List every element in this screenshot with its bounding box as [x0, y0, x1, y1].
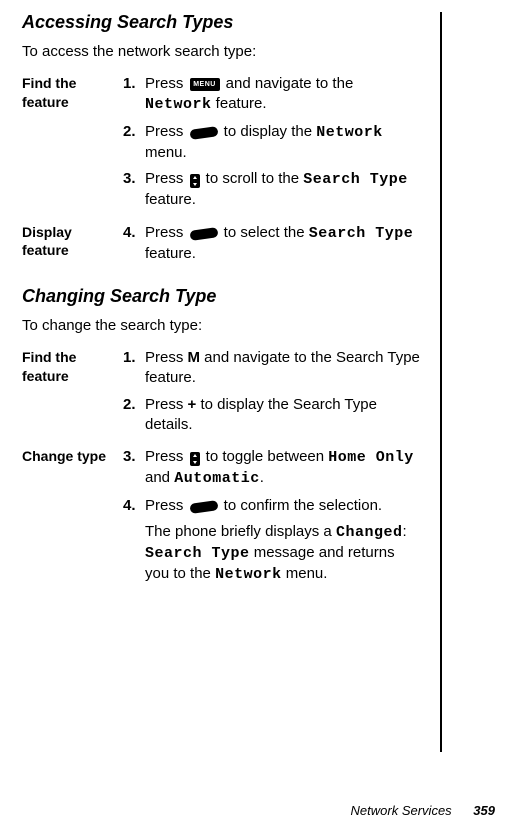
step: 1. Press M and navigate to the Search Ty… [123, 348, 422, 389]
phase-find-feature-1: Find the feature 1. Press MENU and navig… [22, 74, 422, 217]
mono-text: Automatic [174, 470, 260, 487]
mono-text: Search Type [145, 545, 250, 562]
step-number: 4. [123, 496, 145, 516]
text: Press [145, 170, 188, 187]
page-footer: Network Services 359 [351, 803, 495, 818]
step-number: 3. [123, 447, 145, 467]
text: feature. [212, 95, 267, 112]
phase-label: Change type [22, 447, 123, 466]
text: to select the [220, 224, 309, 241]
mono-text: Search Type [303, 171, 408, 188]
mono-text: Changed [336, 524, 403, 541]
step-number: 2. [123, 395, 145, 415]
text: Press [145, 396, 188, 413]
mono-text: Network [145, 96, 212, 113]
text: Press [145, 448, 188, 465]
steps-group: 4. Press to select the Search Type featu… [123, 223, 422, 271]
mono-text: Search Type [309, 225, 414, 242]
text: to confirm the selection. [220, 497, 383, 514]
page-number: 359 [473, 803, 495, 818]
step-number: 2. [123, 122, 145, 142]
text: menu. [282, 565, 328, 582]
softkey-icon [189, 227, 218, 241]
text: to scroll to the [202, 170, 304, 187]
phase-find-feature-2: Find the feature 1. Press M and navigate… [22, 348, 422, 441]
step-text: Press M and navigate to the Search Type … [145, 348, 422, 389]
step: 2. Press to display the Network menu. [123, 122, 422, 164]
text: to display the [220, 123, 317, 140]
steps-group: 1. Press M and navigate to the Search Ty… [123, 348, 422, 441]
menu-icon: MENU [190, 78, 220, 91]
step-text: Press + to display the Search Type detai… [145, 395, 422, 436]
phase-label: Display feature [22, 223, 123, 261]
step-text: Press to confirm the selection. [145, 496, 422, 516]
text: Press [145, 497, 188, 514]
phase-label: Find the feature [22, 348, 123, 386]
page: Accessing Search Types To access the net… [0, 0, 525, 830]
text: menu. [145, 144, 187, 161]
text: and navigate to the [222, 75, 354, 92]
mono-text: Network [316, 124, 383, 141]
step: 2. Press + to display the Search Type de… [123, 395, 422, 436]
softkey-icon [189, 500, 218, 514]
text: to toggle between [202, 448, 329, 465]
step: 1. Press MENU and navigate to the Networ… [123, 74, 422, 116]
step: 3. Press to toggle between Home Only and… [123, 447, 422, 490]
step-text: Press to scroll to the Search Type featu… [145, 169, 422, 211]
phase-display-feature: Display feature 4. Press to select the S… [22, 223, 422, 271]
heading-accessing: Accessing Search Types [22, 12, 422, 33]
text: : [402, 523, 406, 540]
text: The phone briefly displays a [145, 523, 336, 540]
softkey-icon [189, 126, 218, 140]
step-number: 1. [123, 348, 145, 368]
mono-text: Network [215, 566, 282, 583]
footer-section: Network Services [351, 803, 452, 818]
mono-text: Home Only [328, 449, 414, 466]
step: 4. Press to confirm the selection. [123, 496, 422, 516]
text: . [260, 469, 264, 486]
step-number: 1. [123, 74, 145, 94]
step-number: 3. [123, 169, 145, 189]
steps-group: 1. Press MENU and navigate to the Networ… [123, 74, 422, 217]
menu-key-icon: M [188, 349, 201, 366]
step-text: Press MENU and navigate to the Network f… [145, 74, 422, 116]
steps-group: 3. Press to toggle between Home Only and… [123, 447, 422, 592]
text: Press [145, 349, 188, 366]
step-text: Press to select the Search Type feature. [145, 223, 422, 265]
heading-changing: Changing Search Type [22, 286, 422, 307]
scroll-icon [190, 452, 200, 466]
scroll-icon [190, 174, 200, 188]
phase-change-type: Change type 3. Press to toggle between H… [22, 447, 422, 592]
step-text: Press to toggle between Home Only and Au… [145, 447, 422, 490]
text: Press [145, 224, 188, 241]
step: 3. Press to scroll to the Search Type fe… [123, 169, 422, 211]
step-number: 4. [123, 223, 145, 243]
step: 4. Press to select the Search Type featu… [123, 223, 422, 265]
step-text: Press to display the Network menu. [145, 122, 422, 164]
intro-accessing: To access the network search type: [22, 43, 422, 60]
text: Press [145, 123, 188, 140]
text: Press [145, 75, 188, 92]
text: and [145, 469, 174, 486]
content-column: Accessing Search Types To access the net… [22, 12, 442, 752]
text: feature. [145, 191, 196, 208]
text: feature. [145, 245, 196, 262]
phase-label: Find the feature [22, 74, 123, 112]
result-text: The phone briefly displays a Changed: Se… [145, 522, 422, 586]
intro-changing: To change the search type: [22, 317, 422, 334]
plus-icon: + [188, 396, 197, 413]
